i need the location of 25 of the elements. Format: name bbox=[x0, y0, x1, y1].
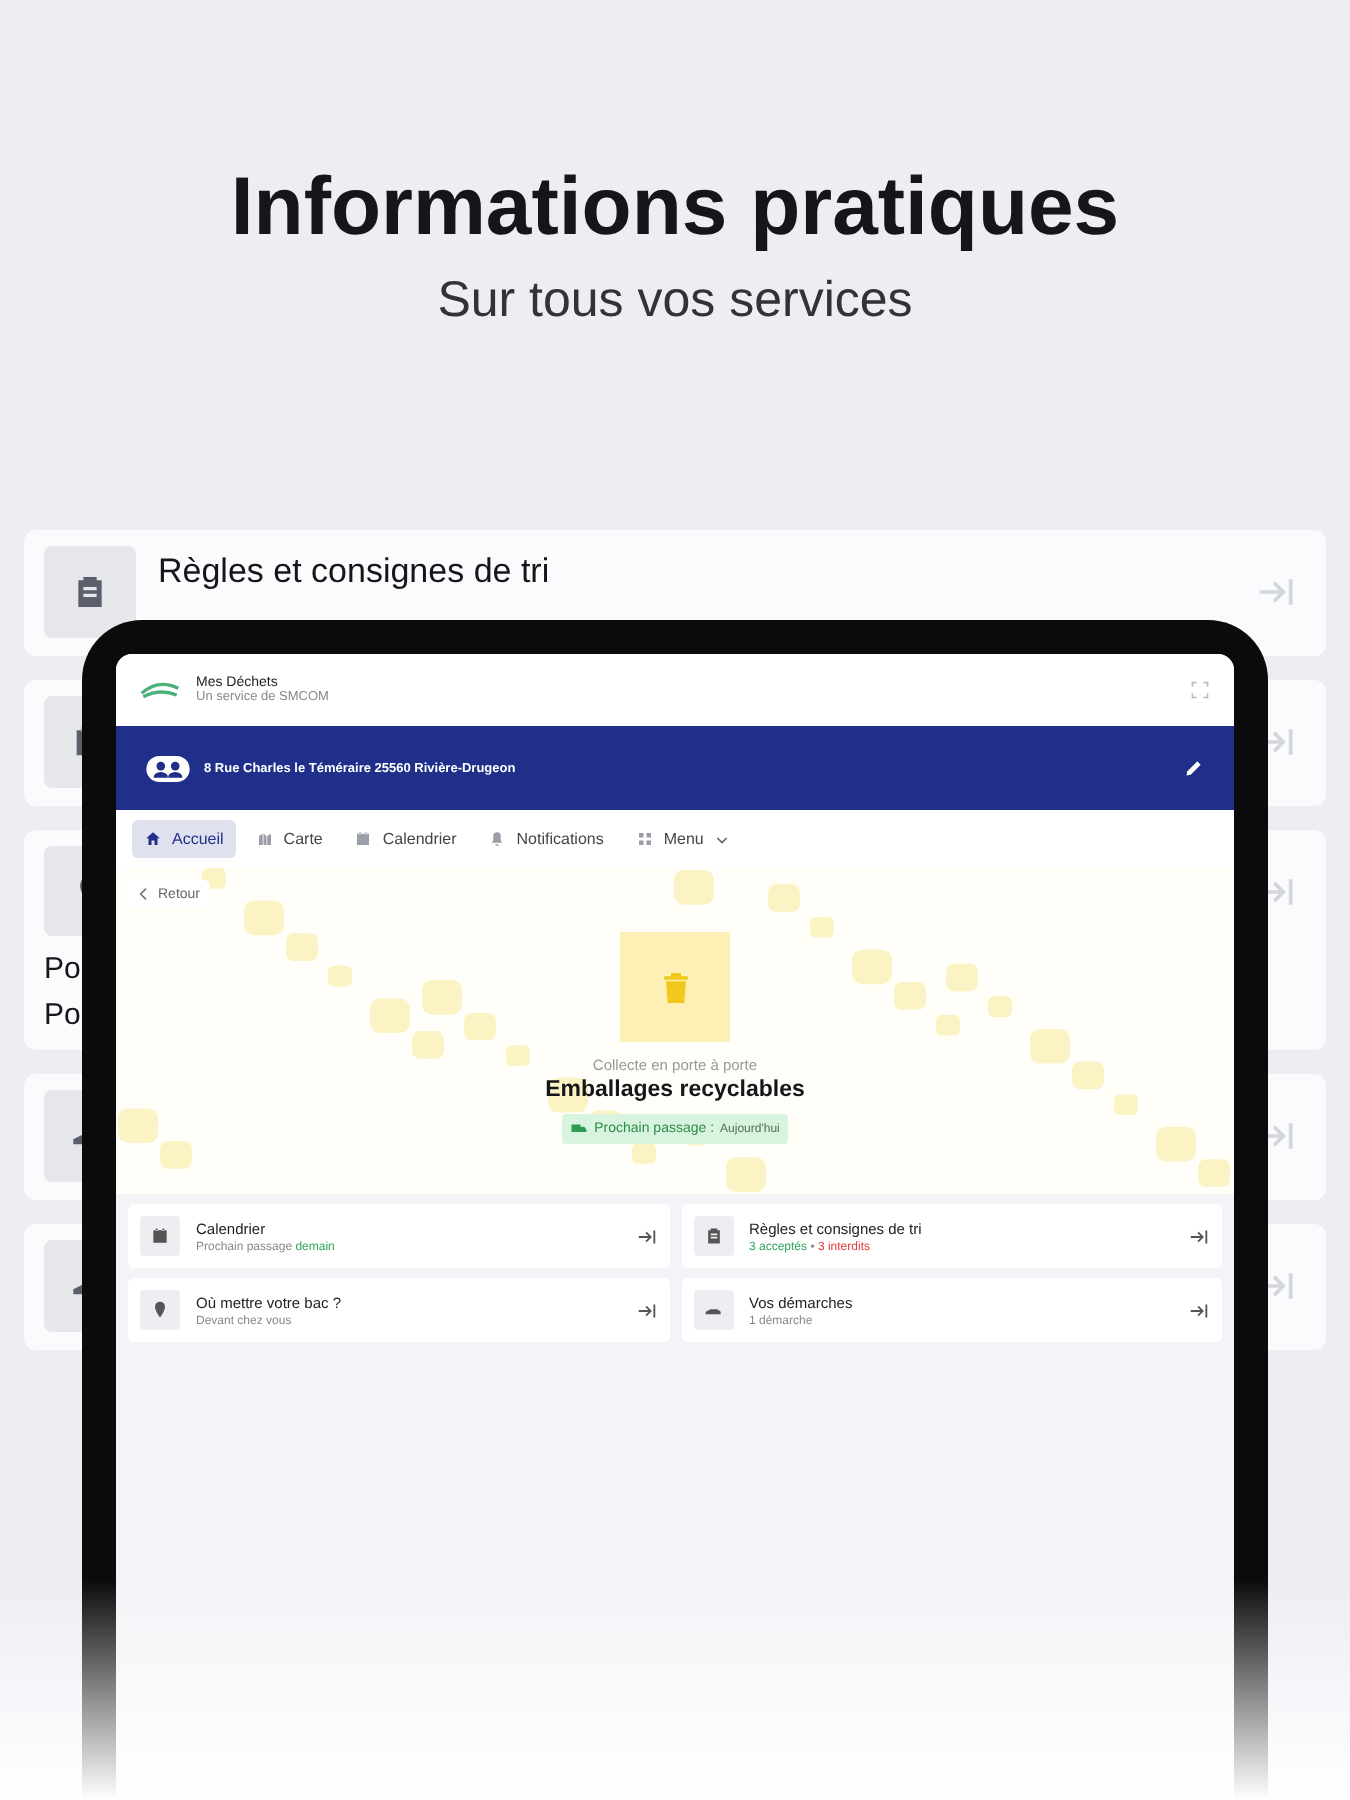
arrow-icon bbox=[1188, 1225, 1210, 1247]
nav-tab[interactable]: Menu bbox=[623, 820, 742, 858]
card-text: Po bbox=[44, 996, 81, 1034]
arrow-icon bbox=[635, 1225, 657, 1247]
clipboard-icon bbox=[703, 1226, 723, 1246]
card-title: Règles et consignes de tri bbox=[158, 552, 550, 592]
logo-icon bbox=[140, 678, 180, 702]
grid-icon bbox=[635, 830, 654, 848]
pin-icon bbox=[150, 1300, 170, 1320]
nav-tab[interactable]: Carte bbox=[243, 820, 335, 858]
arrow-icon bbox=[1188, 1299, 1210, 1321]
nav-tab[interactable]: Calendrier bbox=[342, 820, 469, 858]
page-subtitle: Sur tous vos services bbox=[437, 272, 913, 330]
nav-tab[interactable]: Accueil bbox=[132, 820, 236, 858]
edit-icon[interactable] bbox=[1184, 758, 1204, 778]
people-icon bbox=[146, 755, 190, 781]
nav-tab[interactable]: Notifications bbox=[476, 820, 616, 858]
bell-icon bbox=[488, 830, 507, 848]
home-icon bbox=[144, 830, 162, 848]
arrow-icon bbox=[635, 1299, 657, 1321]
chevron-icon bbox=[136, 886, 152, 902]
waste-stream-title: Emballages recyclables bbox=[545, 1078, 805, 1102]
card-text: Po bbox=[44, 950, 81, 988]
map-icon bbox=[255, 830, 274, 848]
page-title: Informations pratiques bbox=[230, 158, 1120, 256]
